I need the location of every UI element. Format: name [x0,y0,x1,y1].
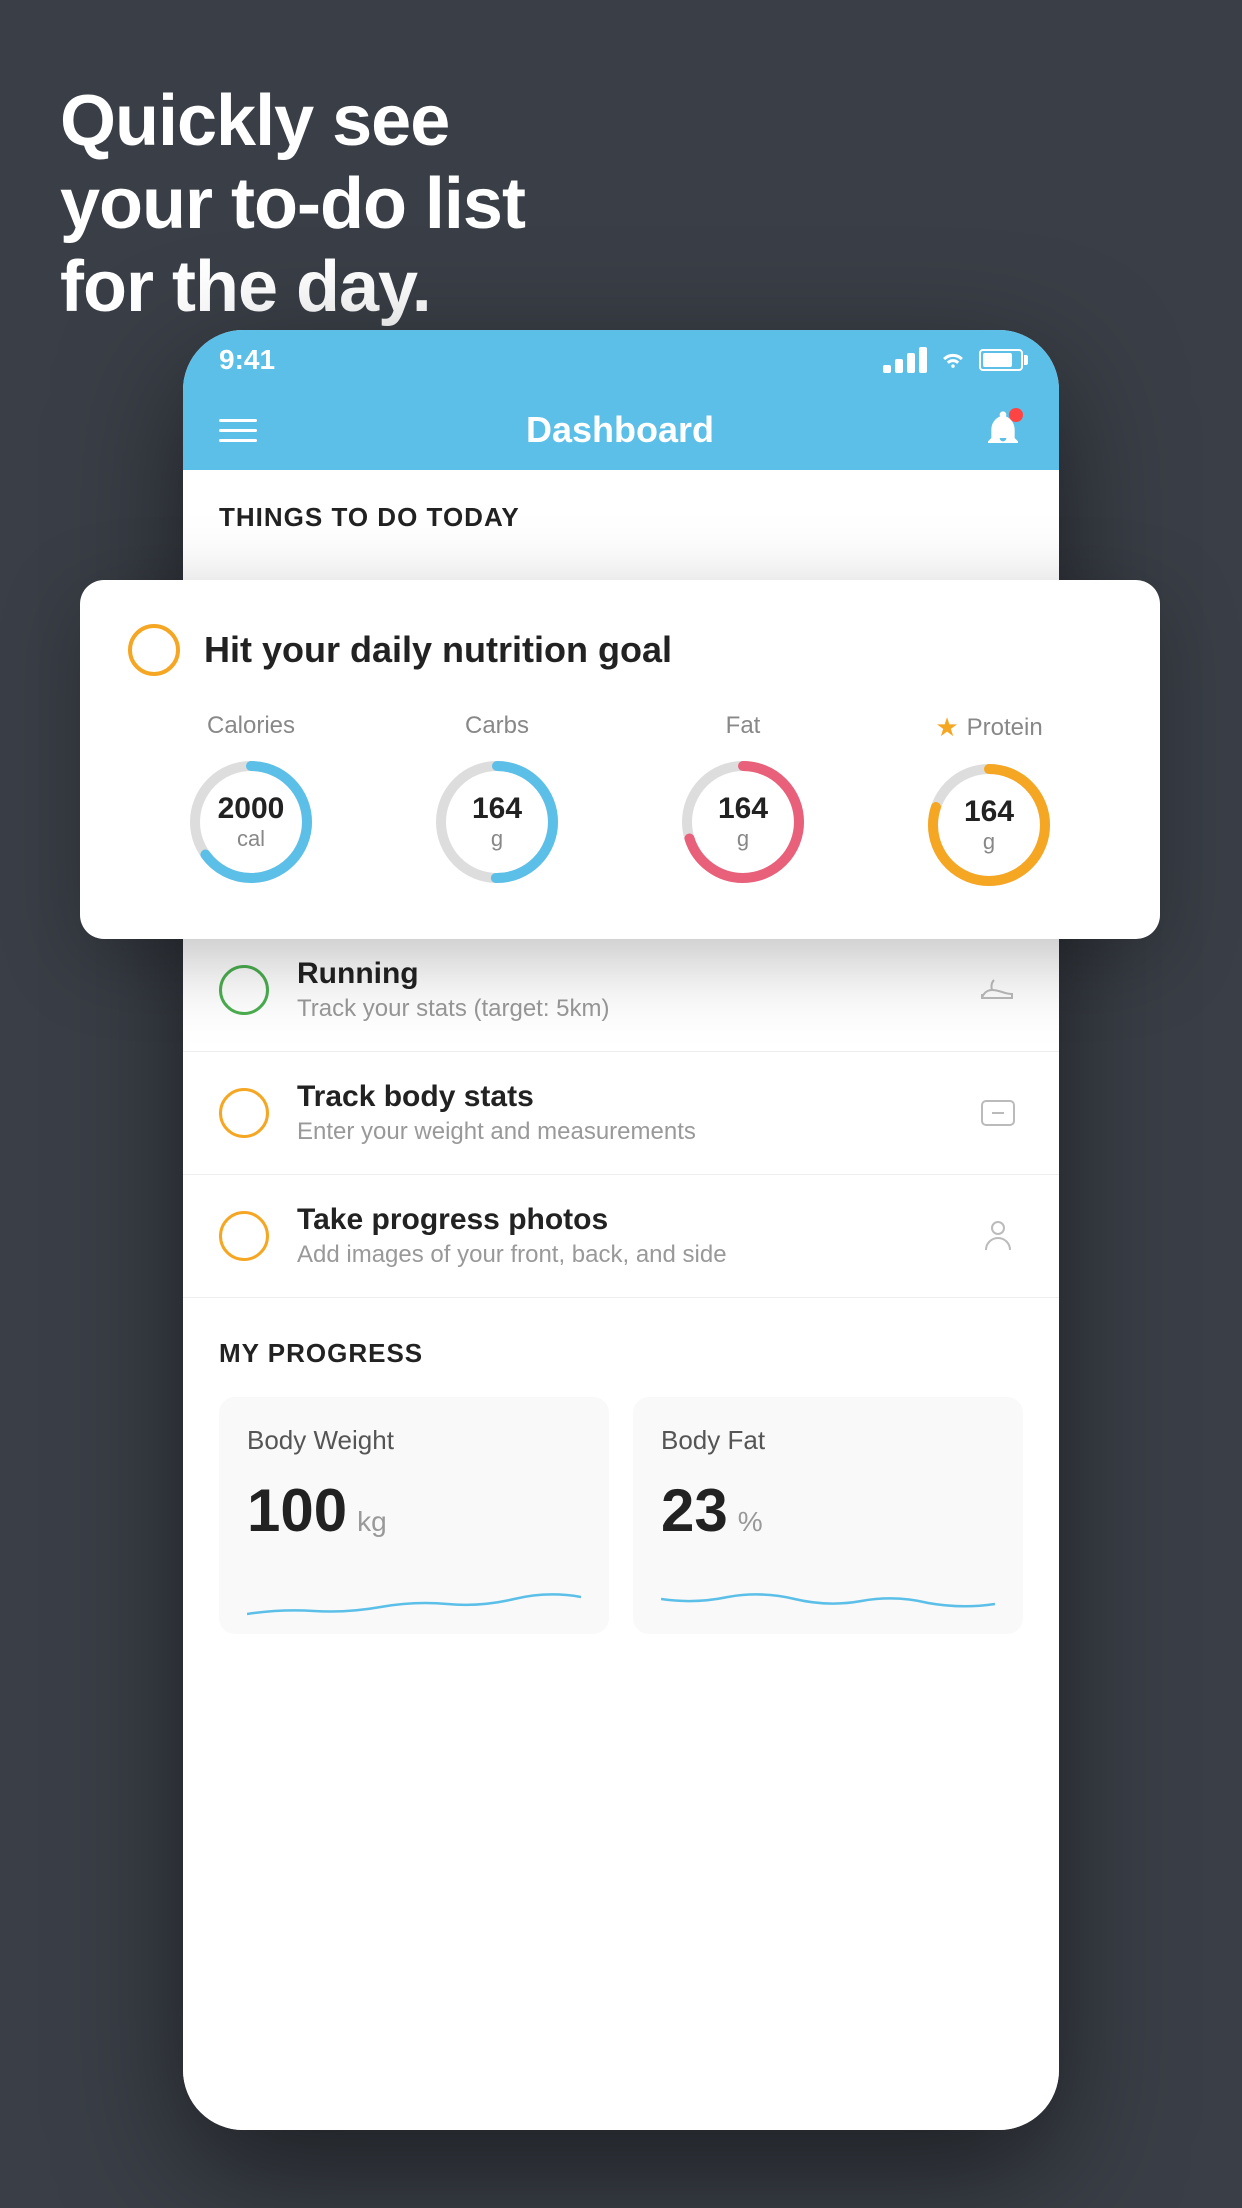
nav-title: Dashboard [526,409,714,451]
protein-unit: g [964,829,1014,855]
nutrition-checkbox[interactable] [128,624,180,676]
weight-chart [247,1569,581,1629]
progress-weight-value: 100 [247,1476,347,1545]
person-icon [973,1211,1023,1261]
todo-item-running[interactable]: Running Track your stats (target: 5km) [183,929,1059,1052]
carbs-value: 164 [472,792,522,826]
notification-dot [1009,408,1023,422]
progress-card-fat[interactable]: Body Fat 23 % [633,1397,1023,1634]
todo-subtitle-photos: Add images of your front, back, and side [297,1241,945,1269]
signal-icon [883,347,927,373]
shoe-icon [973,965,1023,1015]
progress-fat-value-row: 23 % [661,1476,995,1545]
nutrition-item-carbs: Carbs 164 g [427,712,567,892]
calories-circle: 2000 cal [181,752,321,892]
protein-value: 164 [964,795,1014,829]
todo-item-photos[interactable]: Take progress photos Add images of your … [183,1175,1059,1298]
progress-weight-value-row: 100 kg [247,1476,581,1545]
star-icon: ★ [935,712,958,743]
progress-fat-value: 23 [661,1476,728,1545]
fat-chart [661,1569,995,1629]
nutrition-label-carbs: Carbs [465,712,529,740]
todo-text-photos: Take progress photos Add images of your … [297,1203,945,1269]
protein-circle: 164 g [919,755,1059,895]
progress-header: MY PROGRESS [219,1338,1023,1369]
nutrition-item-calories: Calories 2000 cal [181,712,321,892]
todo-title-body-stats: Track body stats [297,1080,945,1114]
progress-card-weight-title: Body Weight [247,1425,581,1456]
wifi-icon [939,345,967,376]
status-icons [883,345,1023,376]
progress-card-weight[interactable]: Body Weight 100 kg [219,1397,609,1634]
todo-circle-body-stats [219,1088,269,1138]
nutrition-card-title: Hit your daily nutrition goal [204,629,672,671]
nutrition-label-protein: ★ Protein [935,712,1042,743]
todo-circle-photos [219,1211,269,1261]
todo-item-body-stats[interactable]: Track body stats Enter your weight and m… [183,1052,1059,1175]
nutrition-card: Hit your daily nutrition goal Calories 2… [80,580,1160,939]
todo-text-running: Running Track your stats (target: 5km) [297,957,945,1023]
notification-bell-icon[interactable] [983,408,1023,452]
carbs-circle: 164 g [427,752,567,892]
todo-text-body-stats: Track body stats Enter your weight and m… [297,1080,945,1146]
progress-fat-unit: % [738,1506,763,1538]
progress-card-fat-title: Body Fat [661,1425,995,1456]
nutrition-label-calories: Calories [207,712,295,740]
progress-section: MY PROGRESS Body Weight 100 kg [183,1298,1059,1634]
status-bar: 9:41 [183,330,1059,390]
fat-value: 164 [718,792,768,826]
hamburger-menu[interactable] [219,419,257,442]
battery-icon [979,349,1023,371]
todo-list: Running Track your stats (target: 5km) T… [183,929,1059,1634]
progress-cards: Body Weight 100 kg Body Fat 23 [219,1397,1023,1634]
status-time: 9:41 [219,344,275,376]
progress-weight-unit: kg [357,1506,387,1538]
calories-unit: cal [218,826,285,852]
fat-unit: g [718,826,768,852]
todo-subtitle-body-stats: Enter your weight and measurements [297,1118,945,1146]
nav-bar: Dashboard [183,390,1059,470]
todo-subtitle-running: Track your stats (target: 5km) [297,995,945,1023]
nutrition-circles: Calories 2000 cal Carbs [128,712,1112,895]
todo-circle-running [219,965,269,1015]
calories-value: 2000 [218,792,285,826]
things-header: THINGS TO DO TODAY [183,470,1059,549]
todo-title-photos: Take progress photos [297,1203,945,1237]
hero-title: Quickly see your to-do list for the day. [60,80,525,328]
fat-circle: 164 g [673,752,813,892]
nutrition-label-fat: Fat [726,712,761,740]
card-title-row: Hit your daily nutrition goal [128,624,1112,676]
carbs-unit: g [472,826,522,852]
todo-title-running: Running [297,957,945,991]
nutrition-item-protein: ★ Protein 164 g [919,712,1059,895]
scale-icon [973,1088,1023,1138]
nutrition-item-fat: Fat 164 g [673,712,813,892]
